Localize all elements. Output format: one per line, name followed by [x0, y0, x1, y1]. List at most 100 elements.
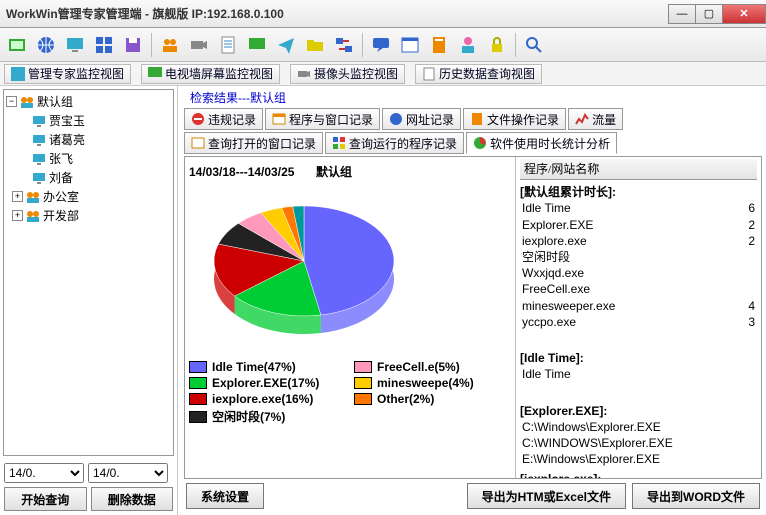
tab-progwin[interactable]: 程序与窗口记录 — [265, 108, 380, 130]
window-icon[interactable] — [397, 32, 423, 58]
system-settings-button[interactable]: 系统设置 — [186, 483, 264, 509]
record-tabs-row2: 查询打开的窗口记录 查询运行的程序记录 软件使用时长统计分析 — [182, 132, 764, 154]
tree-label: 默认组 — [37, 93, 73, 110]
tree-group[interactable]: + 开发部 — [6, 206, 171, 225]
export-word-button[interactable]: 导出到WORD文件 — [632, 483, 760, 509]
disk-icon[interactable] — [120, 32, 146, 58]
tree-label: 贾宝玉 — [49, 112, 85, 129]
search-icon[interactable] — [521, 32, 547, 58]
tree-label: 开发部 — [43, 207, 79, 224]
tab-label: 网址记录 — [406, 111, 454, 128]
list-item[interactable]: C:\Windows\Explorer.EXE — [520, 419, 757, 435]
tab-flow[interactable]: 流量 — [568, 108, 623, 130]
chart-legend: Idle Time(47%) FreeCell.e(5%) Explorer.EXE… — [189, 360, 511, 425]
expand-icon[interactable]: + — [12, 191, 23, 202]
tree-client[interactable]: 张飞 — [6, 149, 171, 168]
close-button[interactable] — [722, 4, 766, 24]
program-list[interactable]: 程序/网站名称 [默认组累计时长]: Idle Time6Explorer.EX… — [515, 157, 761, 478]
date-range: 14/0. 14/0. — [0, 459, 177, 487]
transfer-icon[interactable] — [331, 32, 357, 58]
chart-header: 14/03/18---14/03/25 默认组 — [189, 161, 511, 186]
grid-icon[interactable] — [91, 32, 117, 58]
toolbar-icon-1[interactable] — [4, 32, 30, 58]
book-icon[interactable] — [426, 32, 452, 58]
tab-url[interactable]: 网址记录 — [382, 108, 461, 130]
search-result-text: 检索结果---默认组 — [182, 88, 764, 108]
client-tree[interactable]: − 默认组 贾宝玉 诸葛亮 张飞 刘备 + 办公室 + 开发部 — [3, 89, 174, 456]
content-area: 14/03/18---14/03/25 默认组 Idle Time(47%) Fr… — [184, 156, 762, 479]
list-item[interactable]: Idle Time — [520, 366, 757, 382]
list-section: [默认组累计时长]: — [520, 184, 757, 200]
toolbar-separator — [515, 33, 516, 57]
list-header: 程序/网站名称 — [520, 159, 757, 180]
legend-item: Explorer.EXE(17%) — [189, 376, 346, 390]
tab-querywin[interactable]: 查询打开的窗口记录 — [184, 132, 323, 154]
date-from-select[interactable]: 14/0. — [4, 463, 84, 483]
lock-icon[interactable] — [484, 32, 510, 58]
tree-client[interactable]: 贾宝玉 — [6, 111, 171, 130]
expand-icon[interactable]: + — [12, 210, 23, 221]
tree-client[interactable]: 诸葛亮 — [6, 130, 171, 149]
users-icon[interactable] — [157, 32, 183, 58]
tab-label: 流量 — [592, 111, 616, 128]
tab-queryprog[interactable]: 查询运行的程序记录 — [325, 132, 464, 154]
tab-label: 违规记录 — [208, 111, 256, 128]
tab-tvwall-view[interactable]: 电视墙屏幕监控视图 — [141, 64, 280, 84]
titlebar: WorkWin管理专家管理端 - 旗舰版 IP:192.168.0.100 — [0, 0, 766, 28]
tab-usage-stats[interactable]: 软件使用时长统计分析 — [466, 132, 617, 154]
tab-label: 管理专家监控视图 — [28, 65, 124, 82]
tab-label: 历史数据查询视图 — [439, 65, 535, 82]
list-item[interactable]: Wxxjqd.exe — [520, 265, 757, 281]
screen-icon[interactable] — [244, 32, 270, 58]
doc-icon[interactable] — [215, 32, 241, 58]
tree-group[interactable]: + 办公室 — [6, 187, 171, 206]
export-htm-excel-button[interactable]: 导出为HTM或Excel文件 — [467, 483, 626, 509]
tab-camera-view[interactable]: 摄像头监控视图 — [290, 64, 405, 84]
chart-area: 14/03/18---14/03/25 默认组 Idle Time(47%) Fr… — [185, 157, 515, 478]
send-icon[interactable] — [273, 32, 299, 58]
tab-label: 查询打开的窗口记录 — [208, 135, 316, 152]
legend-item: FreeCell.e(5%) — [354, 360, 511, 374]
date-to-select[interactable]: 14/0. — [88, 463, 168, 483]
list-section: [Explorer.EXE]: — [520, 403, 757, 419]
tab-history-view[interactable]: 历史数据查询视图 — [415, 64, 542, 84]
start-query-button[interactable]: 开始查询 — [4, 487, 87, 511]
folder-icon[interactable] — [302, 32, 328, 58]
globe-icon[interactable] — [33, 32, 59, 58]
monitor-icon[interactable] — [62, 32, 88, 58]
list-item[interactable]: Explorer.EXE2 — [520, 217, 757, 233]
list-item[interactable]: Idle Time6 — [520, 200, 757, 216]
list-item[interactable]: yccpo.exe3 — [520, 314, 757, 330]
list-item[interactable]: iexplore.exe2 — [520, 233, 757, 249]
tab-monitor-view[interactable]: 管理专家监控视图 — [4, 64, 131, 84]
tab-fileop[interactable]: 文件操作记录 — [463, 108, 566, 130]
bottom-bar: 系统设置 导出为HTM或Excel文件 导出到WORD文件 — [182, 479, 764, 513]
legend-item: 空闲时段(7%) — [189, 408, 346, 425]
legend-item: iexplore.exe(16%) — [189, 392, 346, 406]
pie-chart — [199, 186, 409, 346]
maximize-button[interactable] — [695, 4, 723, 24]
list-item[interactable]: FreeCell.exe — [520, 281, 757, 297]
record-tabs-row1: 违规记录 程序与窗口记录 网址记录 文件操作记录 流量 — [182, 108, 764, 130]
camera-icon[interactable] — [186, 32, 212, 58]
legend-item: Other(2%) — [354, 392, 511, 406]
list-item[interactable]: 空闲时段 — [520, 249, 757, 265]
tree-root[interactable]: − 默认组 — [6, 92, 171, 111]
tab-label: 摄像头监控视图 — [314, 65, 398, 82]
window-title: WorkWin管理专家管理端 - 旗舰版 IP:192.168.0.100 — [6, 5, 669, 22]
list-item[interactable]: minesweeper.exe4 — [520, 298, 757, 314]
person-icon[interactable] — [455, 32, 481, 58]
minimize-button[interactable] — [668, 4, 696, 24]
list-item[interactable]: E:\Windows\Explorer.EXE — [520, 451, 757, 467]
collapse-icon[interactable]: − — [6, 96, 17, 107]
chat-icon[interactable] — [368, 32, 394, 58]
view-tabs: 管理专家监控视图 电视墙屏幕监控视图 摄像头监控视图 历史数据查询视图 — [0, 62, 766, 86]
legend-item: Idle Time(47%) — [189, 360, 346, 374]
delete-data-button[interactable]: 删除数据 — [91, 487, 174, 511]
tab-label: 文件操作记录 — [487, 111, 559, 128]
tree-label: 办公室 — [43, 188, 79, 205]
list-item[interactable]: C:\WINDOWS\Explorer.EXE — [520, 435, 757, 451]
toolbar-separator — [151, 33, 152, 57]
tab-violation[interactable]: 违规记录 — [184, 108, 263, 130]
tree-client[interactable]: 刘备 — [6, 168, 171, 187]
